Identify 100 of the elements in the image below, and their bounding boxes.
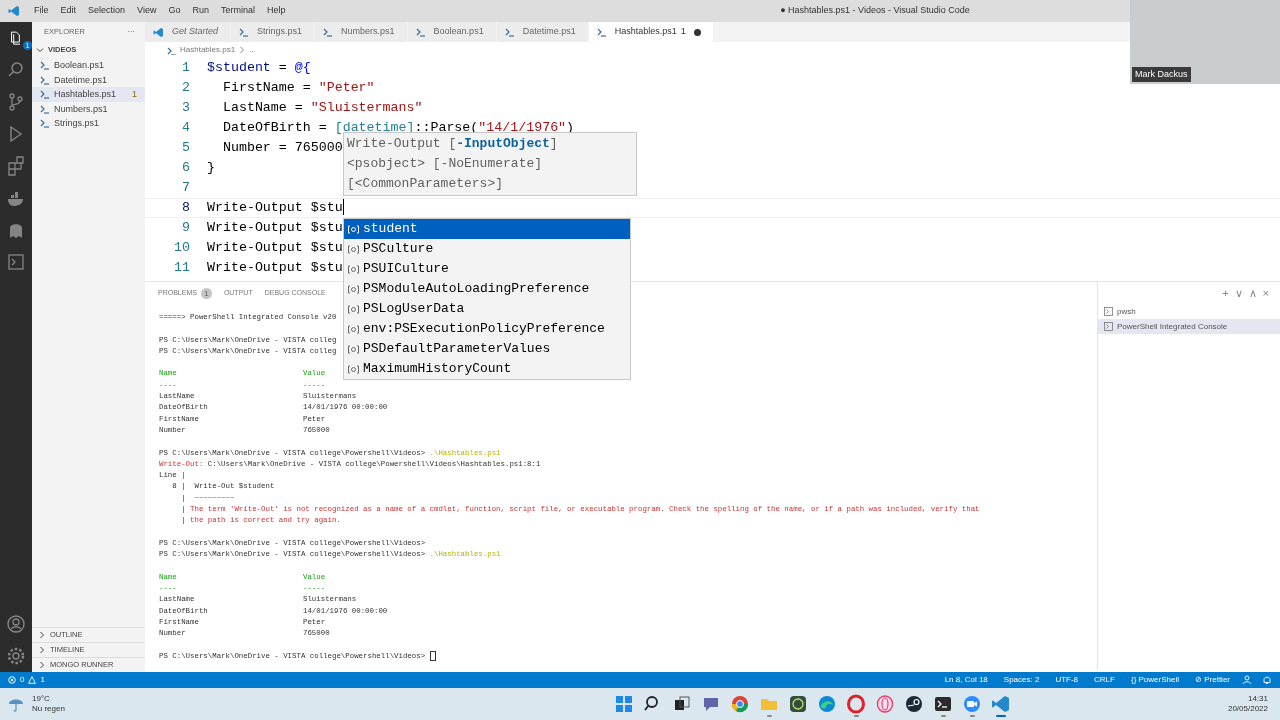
editor-tab[interactable]: Hashtables.ps1 1	[588, 22, 714, 42]
menu-item[interactable]: Run	[186, 4, 215, 18]
code-line: FirstName = "Peter"	[221, 80, 375, 95]
code-line: $student = @{	[207, 60, 311, 75]
account-icon[interactable]	[4, 612, 28, 636]
editor-tab[interactable]: Strings.ps1	[231, 22, 316, 42]
variable-icon	[348, 324, 359, 334]
powershell-file-icon	[596, 27, 607, 37]
explorer-entry[interactable]: Boolean.ps1	[32, 58, 145, 73]
menu-item[interactable]: Help	[260, 4, 292, 18]
thick-ring-icon	[846, 694, 867, 714]
menu-item[interactable]: Edit	[54, 4, 83, 18]
vscode-logo-icon	[991, 694, 1012, 714]
code-line: LastName = "Sluistermans"	[221, 100, 423, 115]
unsaved-indicator	[693, 28, 701, 36]
suggestion-item[interactable]: PSDefaultParameterValues	[344, 339, 630, 359]
line-number: 11	[173, 259, 190, 277]
panel-action-button[interactable]: ×	[1259, 284, 1272, 302]
variable-icon	[348, 244, 359, 254]
powershell-file-icon	[239, 27, 250, 37]
variable-icon	[348, 264, 359, 274]
variable-icon	[348, 224, 359, 234]
dark-rounded-icon	[788, 694, 809, 714]
editor-tab[interactable]: Boolean.ps1	[407, 22, 497, 42]
line-number: 5	[181, 139, 190, 157]
ring-icon	[875, 694, 896, 714]
status-item[interactable]: {} PowerShell	[1130, 674, 1179, 686]
powershell-file-icon	[40, 74, 50, 85]
status-item[interactable]: UTF-8	[1055, 674, 1079, 686]
parameter-hint: Write-Output [-InputObject] <psobject> [-NoEnumerate] [<CommonParameters>]	[343, 132, 637, 196]
problem-count: 1	[132, 89, 137, 100]
suggestion-item[interactable]: PSModuleAutoLoadingPreference	[344, 279, 630, 299]
line-number: 3	[181, 99, 190, 117]
suggestion-item[interactable]: PSLogUserData	[344, 299, 630, 319]
status-item[interactable]: CRLF	[1094, 674, 1115, 686]
clock[interactable]: 14:31 20/05/2022	[1227, 694, 1268, 714]
status-item[interactable]: ⊘ Prettier	[1195, 674, 1230, 686]
colored-circle-icon	[730, 694, 751, 714]
status-item[interactable]: Spaces: 2	[1003, 674, 1040, 686]
error-icon	[8, 676, 16, 684]
menu-item[interactable]: Go	[162, 4, 187, 18]
chevron-right-icon	[239, 46, 246, 54]
line-number: 7	[181, 179, 190, 197]
suggestion-item[interactable]: env:PSExecutionPolicyPreference	[344, 319, 630, 339]
bell-icon[interactable]	[1262, 675, 1272, 685]
code-line: Write-Output $stu	[207, 200, 343, 215]
line-number: 10	[173, 239, 190, 257]
variable-icon	[348, 364, 359, 374]
status-item[interactable]: Ln 8, Col 18	[944, 674, 988, 686]
powershell-file-icon	[40, 89, 50, 100]
panel-action-button[interactable]: +	[1219, 284, 1232, 302]
line-number: 2	[181, 79, 190, 97]
menu-item[interactable]: Terminal	[214, 4, 261, 18]
menu-item[interactable]: Selection	[82, 4, 132, 18]
variable-icon	[348, 304, 359, 314]
breadcrumb-item[interactable]: Hashtables.ps1	[180, 44, 236, 56]
editor-tab[interactable]: Get Started	[145, 22, 232, 42]
panel-action-button[interactable]: ∧	[1245, 284, 1260, 302]
line-number: 4	[181, 119, 190, 137]
participant-name: Mark Dackus	[1132, 66, 1191, 82]
terminal-cursor	[429, 650, 436, 661]
video-camera-icon	[962, 694, 983, 714]
powershell-file-icon	[40, 118, 50, 129]
window-title: ● Hashtables.ps1 - Videos - Visual Studio Code	[780, 5, 970, 16]
line-number: 8	[181, 199, 190, 217]
temperature: 19°C	[32, 694, 51, 704]
code-line: Write-Output $stu	[207, 260, 343, 275]
menu-item[interactable]: View	[131, 4, 163, 18]
suggestion-item[interactable]: PSUICulture	[344, 259, 630, 279]
line-number: 9	[181, 219, 190, 237]
menu-item[interactable]: File	[28, 4, 55, 18]
suggestion-item[interactable]: MaximumHistoryCount	[344, 359, 630, 379]
shell-entry[interactable]: pwsh	[1098, 304, 1280, 319]
problems-indicator[interactable]: 0 1	[8, 674, 929, 686]
powershell-file-icon	[40, 60, 50, 71]
suggestion-item[interactable]: student	[344, 219, 630, 239]
text-cursor	[342, 199, 345, 216]
explorer-entry[interactable]: Datetime.ps1	[32, 72, 145, 87]
terminal-icon	[933, 694, 954, 714]
explorer-entry[interactable]: Hashtables.ps1 1	[32, 87, 145, 102]
suggestion-item[interactable]: PSCulture	[344, 239, 630, 259]
explorer-entry[interactable]: Strings.ps1	[32, 116, 145, 131]
terminal-icon	[1104, 322, 1113, 331]
explorer-entry[interactable]: Numbers.ps1	[32, 101, 145, 116]
powershell-file-icon	[167, 45, 176, 55]
variable-icon	[348, 284, 359, 294]
person-icon[interactable]	[1242, 675, 1252, 685]
powershell-file-icon	[323, 27, 334, 37]
weather-condition: Nu regen	[32, 704, 65, 714]
steam-circle-icon	[904, 694, 925, 714]
panel-action-button[interactable]: ∨	[1231, 284, 1246, 302]
line-number: 1	[181, 59, 190, 77]
code-line: Write-Output $stu	[207, 240, 343, 255]
editor-tab[interactable]: Numbers.ps1	[315, 22, 408, 42]
vscode-logo-icon	[8, 5, 20, 17]
breadcrumb-item[interactable]: ...	[249, 44, 256, 56]
grid-icon	[614, 694, 635, 714]
shell-entry[interactable]: PowerShell Integrated Console	[1098, 319, 1280, 334]
editor-tab[interactable]: Datetime.ps1	[496, 22, 589, 42]
line-number: 6	[181, 159, 190, 177]
